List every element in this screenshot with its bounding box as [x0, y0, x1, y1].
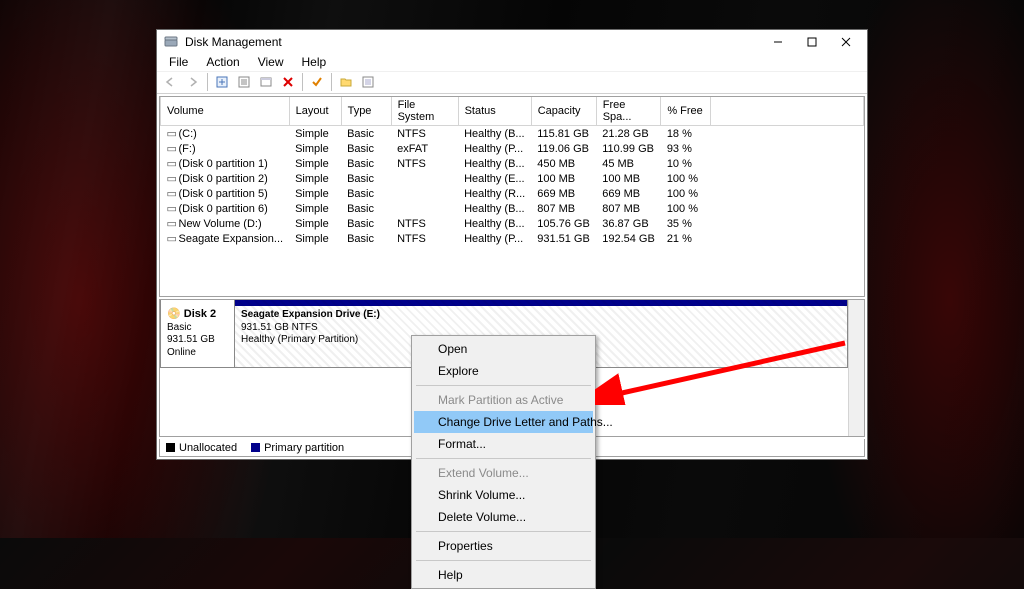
back-icon [161, 72, 181, 92]
menu-help[interactable]: Help [294, 54, 335, 70]
table-row[interactable]: ▭(Disk 0 partition 2)SimpleBasicHealthy … [161, 171, 864, 186]
ctx-extend: Extend Volume... [414, 462, 593, 484]
disk-management-window: Disk Management File Action View Help [156, 29, 868, 460]
ctx-explore[interactable]: Explore [414, 360, 593, 382]
col-type[interactable]: Type [341, 97, 391, 126]
scrollbar[interactable] [848, 300, 864, 436]
disk-status: Online [167, 347, 196, 358]
app-icon [163, 34, 179, 50]
delete-icon[interactable] [278, 72, 298, 92]
menubar: File Action View Help [157, 53, 867, 71]
close-button[interactable] [829, 31, 863, 53]
col-pct[interactable]: % Free [661, 97, 711, 126]
properties-icon[interactable] [234, 72, 254, 92]
disk-size: 931.51 GB [167, 334, 215, 345]
ctx-mark-active: Mark Partition as Active [414, 389, 593, 411]
partition-title: Seagate Expansion Drive (E:) [241, 309, 380, 320]
list-icon[interactable] [358, 72, 378, 92]
settings-icon[interactable] [256, 72, 276, 92]
legend-primary: Primary partition [251, 442, 344, 454]
drive-icon: ▭ [167, 187, 177, 200]
ctx-delete[interactable]: Delete Volume... [414, 506, 593, 528]
col-volume[interactable]: Volume [161, 97, 290, 126]
ctx-separator [416, 458, 591, 459]
col-layout[interactable]: Layout [289, 97, 341, 126]
ctx-separator [416, 385, 591, 386]
menu-view[interactable]: View [250, 54, 292, 70]
ctx-properties[interactable]: Properties [414, 535, 593, 557]
table-row[interactable]: ▭Seagate Expansion...SimpleBasicNTFSHeal… [161, 231, 864, 246]
ctx-open[interactable]: Open [414, 338, 593, 360]
swatch-black [166, 443, 175, 452]
col-fs[interactable]: File System [391, 97, 458, 126]
disk-title: Disk 2 [184, 308, 216, 320]
separator [331, 73, 332, 91]
separator [302, 73, 303, 91]
folder-icon[interactable] [336, 72, 356, 92]
disk-info-cell[interactable]: 📀 Disk 2 Basic 931.51 GB Online [160, 300, 235, 368]
separator [207, 73, 208, 91]
window-title: Disk Management [185, 35, 761, 49]
col-capacity[interactable]: Capacity [531, 97, 596, 126]
ctx-shrink[interactable]: Shrink Volume... [414, 484, 593, 506]
maximize-button[interactable] [795, 31, 829, 53]
ctx-help[interactable]: Help [414, 564, 593, 586]
drive-icon: ▭ [167, 142, 177, 155]
col-spacer [711, 97, 864, 126]
table-row[interactable]: ▭(Disk 0 partition 5)SimpleBasicHealthy … [161, 186, 864, 201]
table-row[interactable]: ▭(C:)SimpleBasicNTFSHealthy (B...115.81 … [161, 126, 864, 142]
drive-icon: ▭ [167, 157, 177, 170]
ctx-format[interactable]: Format... [414, 433, 593, 455]
toolbar [157, 71, 867, 94]
drive-icon: ▭ [167, 172, 177, 185]
check-icon[interactable] [307, 72, 327, 92]
ctx-separator [416, 560, 591, 561]
minimize-button[interactable] [761, 31, 795, 53]
volume-list[interactable]: Volume Layout Type File System Status Ca… [159, 96, 865, 297]
legend-unallocated: Unallocated [166, 442, 237, 454]
ctx-separator [416, 531, 591, 532]
table-row[interactable]: ▭(Disk 0 partition 1)SimpleBasicNTFSHeal… [161, 156, 864, 171]
partition-size: 931.51 GB NTFS [241, 322, 318, 333]
drive-icon: ▭ [167, 232, 177, 245]
partition-status: Healthy (Primary Partition) [241, 334, 358, 345]
titlebar: Disk Management [157, 30, 867, 53]
forward-icon [183, 72, 203, 92]
table-row[interactable]: ▭(F:)SimpleBasicexFATHealthy (P...119.06… [161, 141, 864, 156]
swatch-navy [251, 443, 260, 452]
col-status[interactable]: Status [458, 97, 531, 126]
drive-icon: 📀 [167, 308, 184, 320]
drive-icon: ▭ [167, 127, 177, 140]
table-row[interactable]: ▭(Disk 0 partition 6)SimpleBasicHealthy … [161, 201, 864, 216]
drive-icon: ▭ [167, 202, 177, 215]
context-menu: Open Explore Mark Partition as Active Ch… [411, 335, 596, 589]
menu-action[interactable]: Action [198, 54, 247, 70]
disk-type: Basic [167, 322, 191, 333]
drive-icon: ▭ [167, 217, 177, 230]
refresh-icon[interactable] [212, 72, 232, 92]
window-controls [761, 31, 863, 53]
table-row[interactable]: ▭New Volume (D:)SimpleBasicNTFSHealthy (… [161, 216, 864, 231]
col-free[interactable]: Free Spa... [596, 97, 661, 126]
menu-file[interactable]: File [161, 54, 196, 70]
ctx-change-drive-letter[interactable]: Change Drive Letter and Paths... [414, 411, 593, 433]
